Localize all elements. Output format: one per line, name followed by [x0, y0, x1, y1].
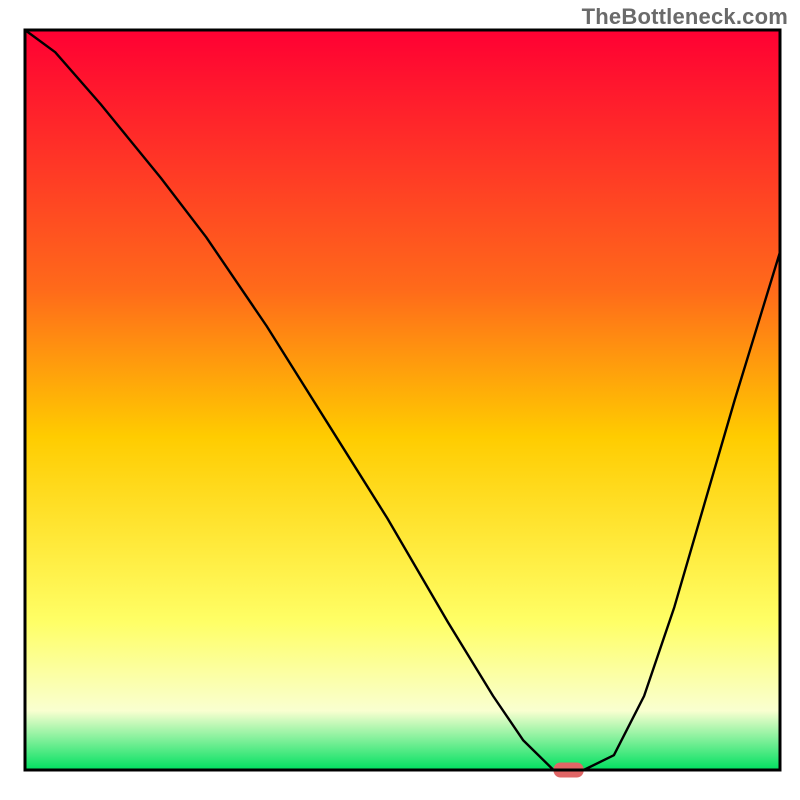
watermark-text: TheBottleneck.com	[582, 4, 788, 30]
plot-background	[25, 30, 780, 770]
chart-container: TheBottleneck.com	[0, 0, 800, 800]
bottleneck-chart	[0, 0, 800, 800]
plot-area	[25, 30, 780, 778]
